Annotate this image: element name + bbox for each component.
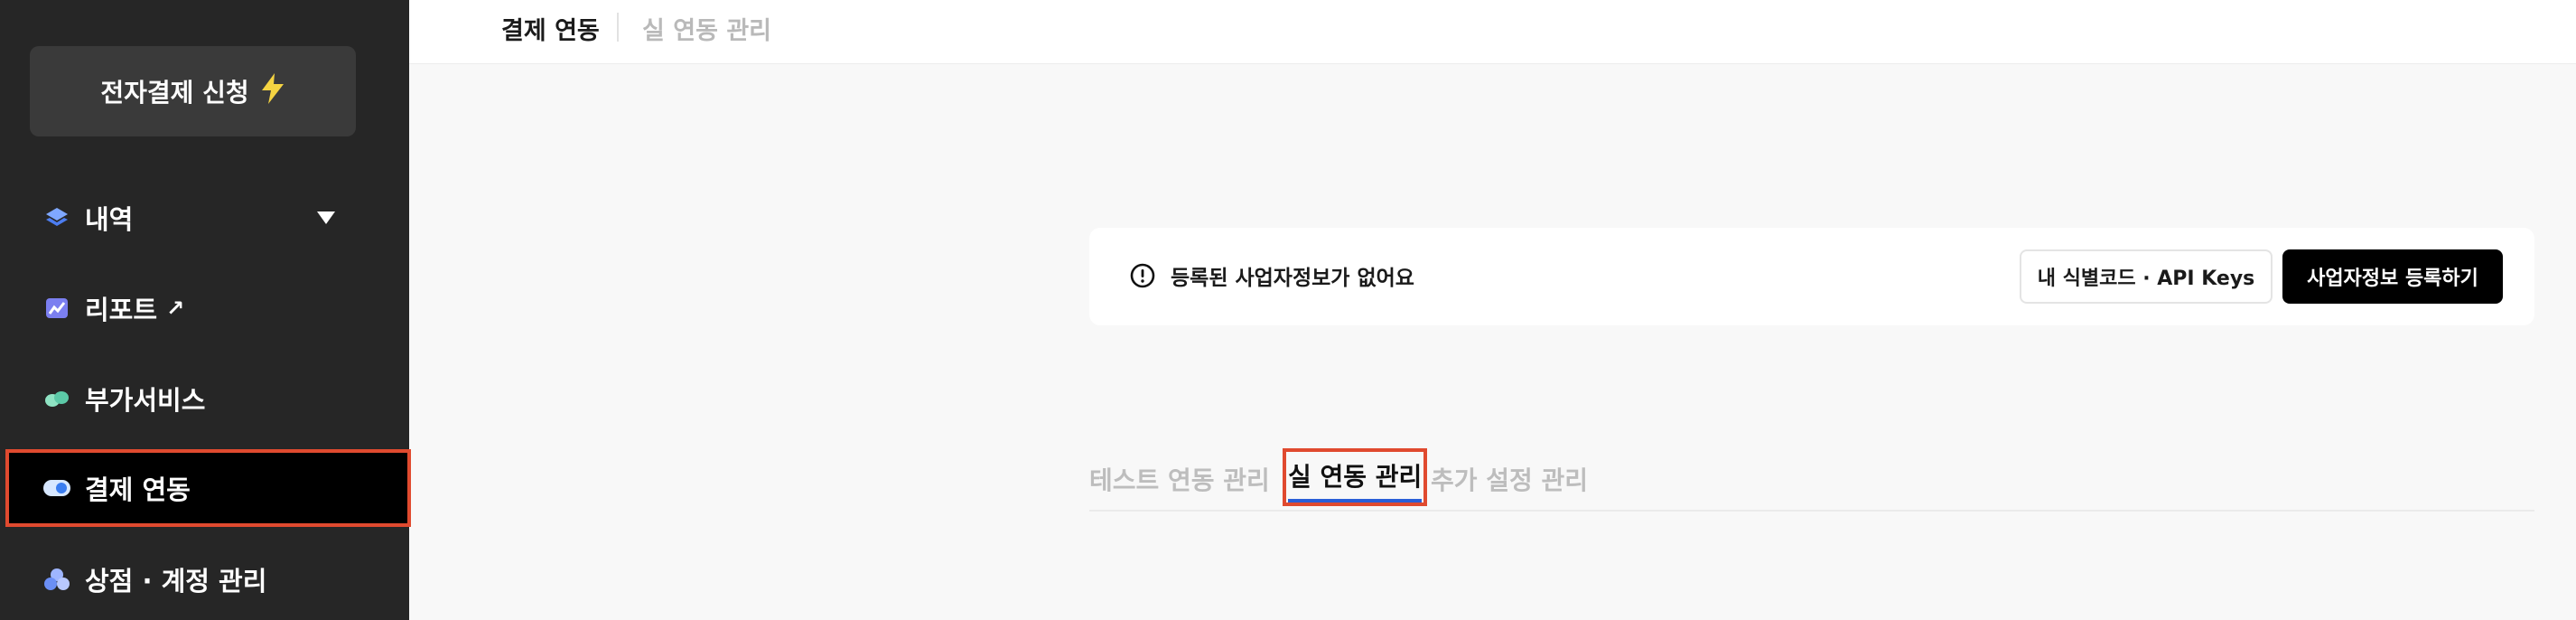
tab-test-integration[interactable]: 테스트 연동 관리 bbox=[1089, 461, 1270, 497]
alert-circle-icon bbox=[1129, 262, 1156, 289]
business-info-notice: 등록된 사업자정보가 없어요 내 식별코드 · API Keys 사업자정보 등… bbox=[1089, 228, 2534, 325]
tab-live-integration-sub[interactable]: 실 연동 관리 bbox=[1283, 448, 1428, 506]
integration-subtabs: 테스트 연동 관리 실 연동 관리 추가 설정 관리 bbox=[1089, 446, 2534, 512]
tab-divider bbox=[617, 13, 619, 42]
sidebar-item-label: 상점 · 계정 관리 bbox=[85, 566, 267, 597]
api-keys-button[interactable]: 내 식별코드 · API Keys bbox=[2020, 249, 2273, 304]
register-business-button[interactable]: 사업자정보 등록하기 bbox=[2282, 249, 2503, 304]
sidebar-item-history[interactable]: 내역 bbox=[0, 180, 409, 256]
sidebar-item-label: 내역 bbox=[85, 204, 134, 235]
layers-icon bbox=[43, 204, 70, 231]
lightning-icon bbox=[260, 72, 285, 110]
group-icon bbox=[43, 566, 70, 593]
tab-live-integration[interactable]: 실 연동 관리 bbox=[642, 11, 771, 46]
apply-button-label: 전자결제 신청 bbox=[100, 78, 249, 108]
top-tab-bar: 결제 연동 실 연동 관리 bbox=[409, 0, 2576, 64]
pills-icon bbox=[43, 385, 70, 412]
sidebar-item-label: 부가서비스 bbox=[85, 385, 206, 416]
notice-message: 등록된 사업자정보가 없어요 bbox=[1171, 267, 1414, 290]
sidebar-item-label: 결제 연동 bbox=[85, 474, 191, 505]
external-link-icon: ↗ bbox=[166, 296, 185, 321]
sidebar-item-store-account[interactable]: 상점 · 계정 관리 bbox=[0, 541, 409, 617]
chart-icon bbox=[43, 295, 70, 322]
sidebar-item-payment-integration[interactable]: 결제 연동 bbox=[5, 449, 411, 527]
tab-payment-integration[interactable]: 결제 연동 bbox=[501, 11, 600, 46]
toggle-icon bbox=[43, 474, 70, 502]
sidebar-item-label: 리포트 bbox=[85, 295, 158, 325]
tab-label: 실 연동 관리 bbox=[1288, 452, 1423, 503]
apply-payment-button[interactable]: 전자결제 신청 bbox=[30, 46, 356, 136]
sidebar-item-addons[interactable]: 부가서비스 bbox=[0, 361, 409, 437]
sidebar-item-report[interactable]: 리포트 ↗ bbox=[0, 270, 409, 346]
chevron-down-icon[interactable] bbox=[317, 211, 335, 224]
tab-extra-settings[interactable]: 추가 설정 관리 bbox=[1431, 461, 1588, 497]
sidebar: 전자결제 신청 내역 리포트 ↗ 부가서비스 결제 연동 상점 · 계정 관리 bbox=[0, 0, 411, 620]
